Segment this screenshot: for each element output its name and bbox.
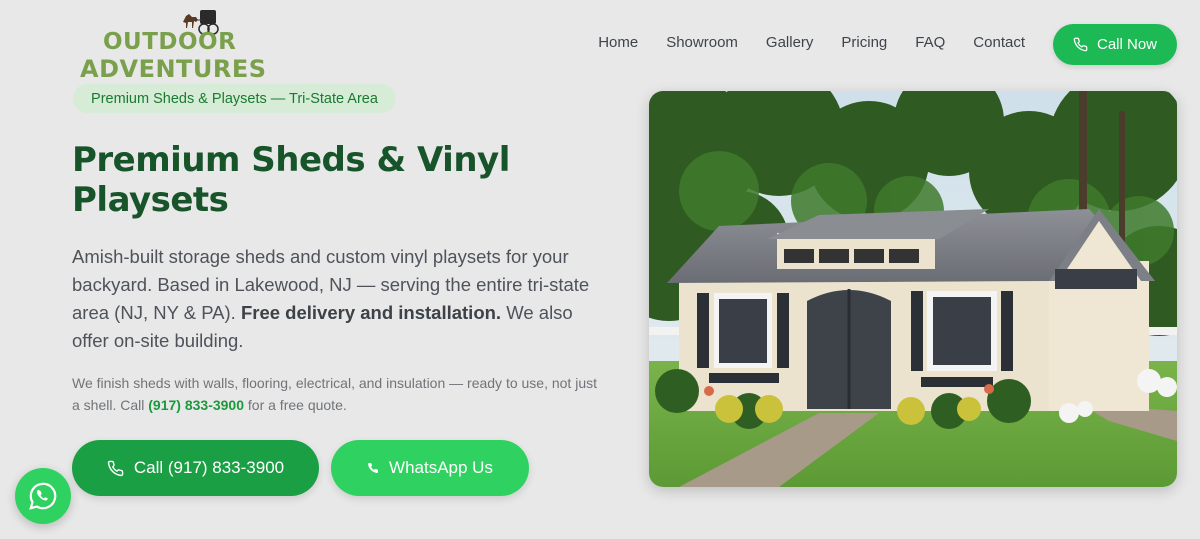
phone-icon <box>1073 37 1088 52</box>
hero-subtext-phone-link[interactable]: (917) 833-3900 <box>148 397 244 413</box>
brand-logo[interactable]: OUTDOOR ADVENTURES <box>80 8 280 82</box>
brand-name-line2: ADVENTURES <box>80 55 267 83</box>
nav-contact[interactable]: Contact <box>973 34 1025 51</box>
whatsapp-label: WhatsApp Us <box>389 458 493 477</box>
whatsapp-float-button[interactable] <box>15 468 71 524</box>
whatsapp-button[interactable]: WhatsApp Us <box>331 440 529 496</box>
call-phone-button[interactable]: Call (917) 833-3900 <box>72 440 319 496</box>
hero-lead-bold: Free delivery and installation. <box>240 302 502 323</box>
call-phone-label: Call (917) 833-3900 <box>133 458 285 477</box>
whatsapp-icon <box>29 482 57 510</box>
hero-shed-image <box>649 91 1177 487</box>
hero-subtext: We finish sheds with walls, flooring, el… <box>72 372 602 416</box>
hero-subtext-after: for a free quote. <box>247 397 347 413</box>
hero-badge: Premium Sheds & Playsets — Tri-State Are… <box>73 84 396 113</box>
nav-faq[interactable]: FAQ <box>915 34 945 51</box>
nav-gallery[interactable]: Gallery <box>766 34 814 51</box>
nav-pricing[interactable]: Pricing <box>841 34 887 51</box>
call-now-button[interactable]: Call Now <box>1053 24 1177 65</box>
nav-home[interactable]: Home <box>598 34 638 51</box>
phone-icon <box>368 462 379 473</box>
call-now-label: Call Now <box>1096 36 1157 53</box>
hero-title: Premium Sheds & Vinyl Playsets <box>72 140 510 220</box>
phone-icon <box>107 460 124 476</box>
hero-lead: Amish-built storage sheds and custom vin… <box>72 243 602 355</box>
nav-showroom[interactable]: Showroom <box>666 34 738 51</box>
main-nav: Home Showroom Gallery Pricing FAQ Contac… <box>598 34 1025 51</box>
brand-name-line1: OUTDOOR <box>103 29 237 55</box>
